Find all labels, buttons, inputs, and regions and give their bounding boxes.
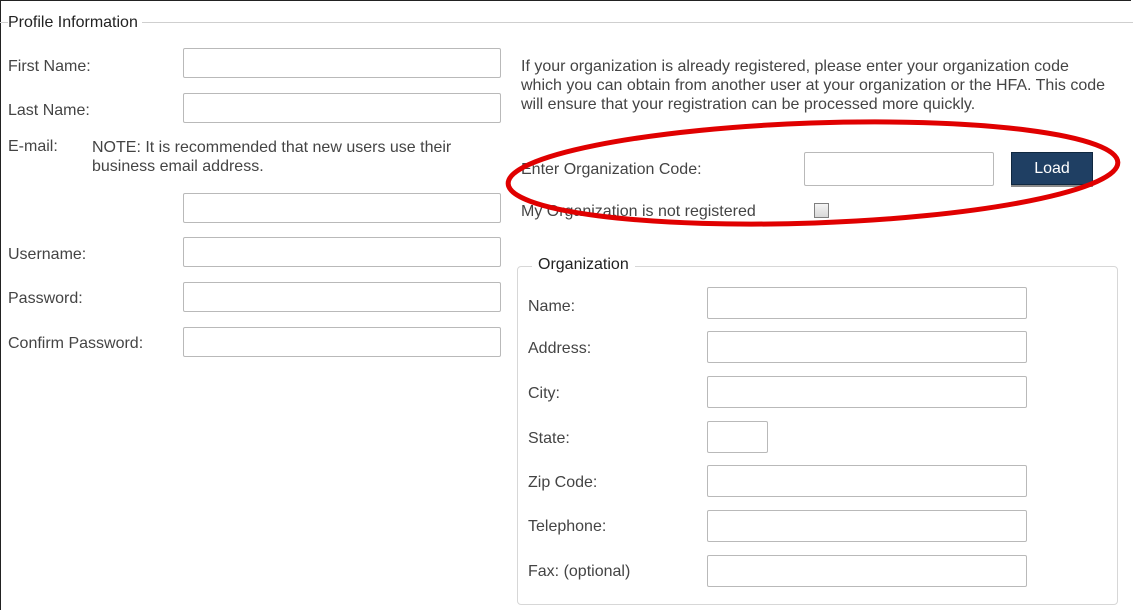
org-address-input[interactable]	[707, 331, 1027, 363]
org-address-label: Address:	[528, 340, 592, 357]
org-city-input[interactable]	[707, 376, 1027, 408]
org-zip-label: Zip Code:	[528, 474, 598, 491]
confirm-password-input[interactable]	[183, 327, 501, 357]
last-name-input[interactable]	[183, 93, 501, 123]
org-code-info: If your organization is already register…	[521, 58, 1106, 113]
password-label: Password:	[8, 290, 83, 307]
first-name-input[interactable]	[183, 48, 501, 78]
org-city-label: City:	[528, 385, 560, 402]
email-note: NOTE: It is recommended that new users u…	[92, 139, 452, 175]
password-input[interactable]	[183, 282, 501, 312]
org-code-label: Enter Organization Code:	[521, 161, 702, 178]
org-fax-input[interactable]	[707, 555, 1027, 587]
profile-legend: Profile Information	[8, 14, 142, 32]
fieldset-border	[0, 22, 1133, 23]
email-label: E-mail:	[8, 138, 58, 155]
org-name-input[interactable]	[707, 287, 1027, 319]
email-input[interactable]	[183, 193, 501, 223]
load-button[interactable]: Load	[1011, 152, 1093, 185]
username-input[interactable]	[183, 237, 501, 267]
organization-legend: Organization	[532, 256, 635, 274]
first-name-label: First Name:	[8, 58, 91, 75]
username-label: Username:	[8, 246, 87, 263]
not-registered-label: My Organization is not registered	[521, 203, 756, 220]
org-telephone-label: Telephone:	[528, 518, 607, 535]
org-code-input[interactable]	[804, 152, 994, 186]
org-fax-label: Fax: (optional)	[528, 563, 631, 580]
not-registered-checkbox[interactable]	[814, 203, 829, 218]
org-state-input[interactable]	[707, 421, 768, 453]
org-state-label: State:	[528, 430, 570, 447]
confirm-password-label: Confirm Password:	[8, 335, 144, 352]
last-name-label: Last Name:	[8, 102, 90, 119]
org-name-label: Name:	[528, 298, 576, 315]
org-telephone-input[interactable]	[707, 510, 1027, 542]
org-zip-input[interactable]	[707, 465, 1027, 497]
